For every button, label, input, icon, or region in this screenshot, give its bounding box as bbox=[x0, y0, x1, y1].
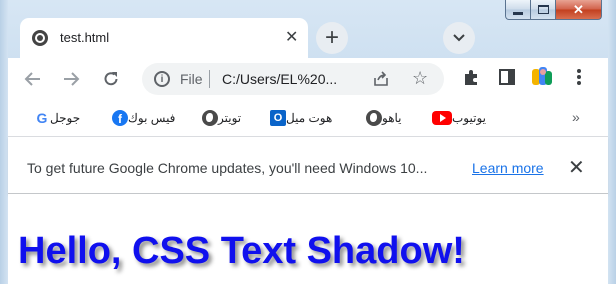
extensions-puzzle-icon[interactable] bbox=[462, 68, 480, 86]
bookmark-label: هوت ميل bbox=[286, 111, 333, 125]
bookmark-label: فيس بوك bbox=[128, 111, 176, 125]
page-content: Hello, CSS Text Shadow! bbox=[8, 194, 608, 284]
infobar-message: To get future Google Chrome updates, you… bbox=[27, 160, 428, 176]
bookmark-facebook[interactable]: f فيس بوك bbox=[104, 109, 175, 127]
kebab-menu-icon[interactable] bbox=[576, 68, 582, 86]
facebook-icon: f bbox=[112, 110, 128, 126]
scheme-label: File bbox=[180, 71, 203, 87]
back-arrow-icon bbox=[24, 72, 40, 86]
bookmark-google[interactable]: G جوجل bbox=[26, 109, 81, 127]
bookmark-twitter[interactable]: تويتر bbox=[194, 109, 241, 127]
learn-more-link[interactable]: Learn more bbox=[472, 160, 544, 176]
plus-icon: + bbox=[324, 24, 339, 51]
bookmark-star-icon[interactable]: ☆ bbox=[412, 68, 428, 89]
bookmark-hotmail[interactable]: O هوت ميل bbox=[262, 109, 332, 127]
profile-avatar-icon[interactable] bbox=[530, 65, 554, 89]
back-button[interactable] bbox=[20, 66, 46, 92]
address-bar[interactable]: i File C:/Users/EL%20... ☆ bbox=[142, 63, 444, 95]
globe-icon bbox=[202, 110, 218, 126]
youtube-icon bbox=[432, 111, 452, 125]
window-frame-left bbox=[0, 0, 8, 284]
bookmark-label: يوتيوب bbox=[452, 111, 486, 125]
reload-icon bbox=[104, 72, 118, 86]
tab-strip: test.html ✕ + bbox=[8, 0, 608, 58]
browser-toolbar: i File C:/Users/EL%20... ☆ bbox=[8, 58, 608, 100]
window-frame-right bbox=[608, 0, 616, 284]
share-icon[interactable] bbox=[372, 71, 390, 87]
bookmark-label: جوجل bbox=[50, 111, 81, 125]
bookmark-label: ياهو bbox=[382, 111, 402, 125]
update-infobar: To get future Google Chrome updates, you… bbox=[8, 136, 608, 194]
bookmark-label: تويتر bbox=[218, 111, 242, 125]
side-panel-icon[interactable] bbox=[498, 68, 516, 86]
infobar-close-icon[interactable]: ✕ bbox=[568, 155, 585, 180]
google-icon: G bbox=[36, 110, 48, 126]
forward-arrow-icon bbox=[64, 72, 80, 86]
bookmark-youtube[interactable]: يوتيوب bbox=[424, 109, 486, 127]
reload-button[interactable] bbox=[98, 66, 124, 92]
tab-title: test.html bbox=[60, 30, 110, 45]
more-bookmarks-chevron-icon[interactable]: » bbox=[572, 109, 580, 125]
globe-icon bbox=[366, 110, 382, 126]
outlook-icon: O bbox=[270, 110, 286, 126]
page-heading: Hello, CSS Text Shadow! bbox=[18, 230, 465, 272]
globe-icon bbox=[32, 30, 48, 46]
chevron-down-icon bbox=[453, 34, 465, 42]
site-info-icon[interactable]: i bbox=[154, 71, 170, 87]
new-tab-button[interactable]: + bbox=[316, 22, 348, 54]
tab-close-icon[interactable]: ✕ bbox=[285, 27, 298, 47]
bookmark-yahoo[interactable]: ياهو bbox=[358, 109, 402, 127]
tab-test-html[interactable]: test.html ✕ bbox=[20, 18, 308, 58]
omnibox-divider bbox=[209, 70, 210, 88]
bookmarks-bar: G جوجل f فيس بوك تويتر O هوت ميل ياهو يو… bbox=[8, 100, 608, 136]
tab-search-button[interactable] bbox=[443, 22, 475, 54]
forward-button[interactable] bbox=[58, 66, 84, 92]
url-text[interactable]: C:/Users/EL%20... bbox=[222, 71, 337, 87]
